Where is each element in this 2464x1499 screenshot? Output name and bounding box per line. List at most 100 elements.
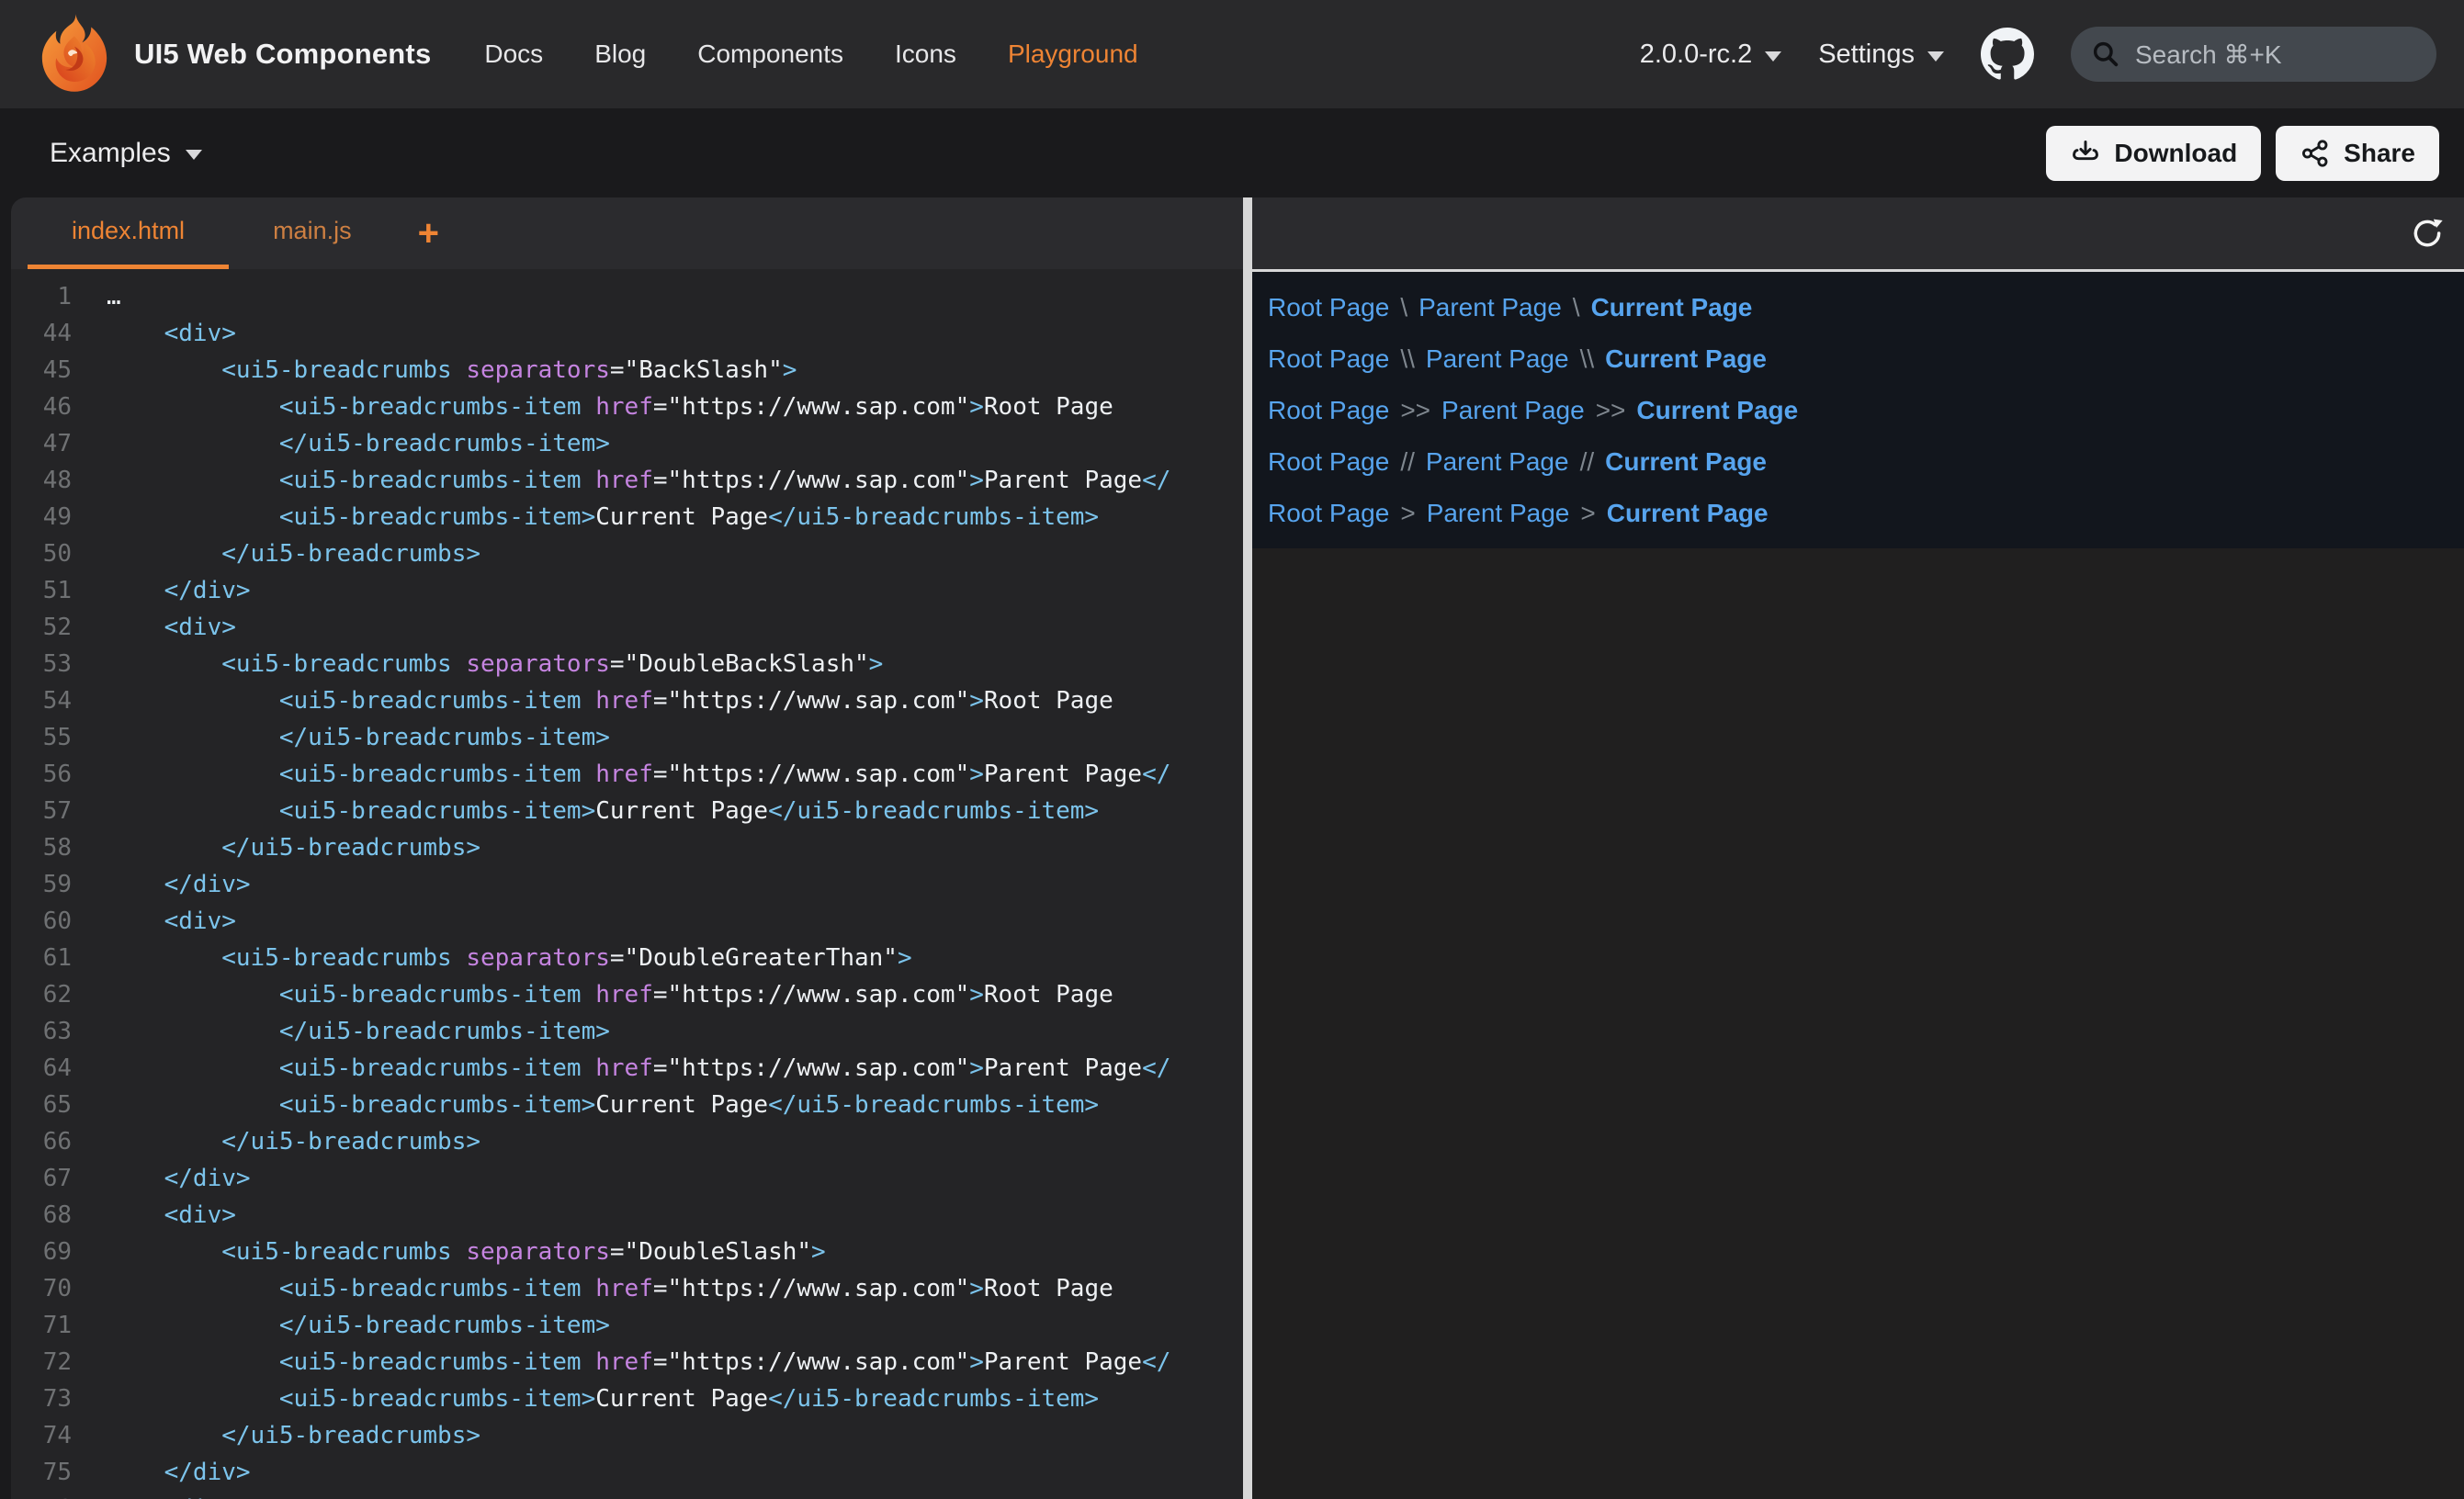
line-number: 49 xyxy=(11,499,72,535)
code-line[interactable]: 71 </ui5-breadcrumbs-item> xyxy=(11,1307,1243,1344)
code-line[interactable]: 55 </ui5-breadcrumbs-item> xyxy=(11,719,1243,756)
code-text: </div> xyxy=(107,572,251,609)
breadcrumb-link-parent[interactable]: Parent Page xyxy=(1426,344,1569,374)
code-line[interactable]: 51 </div> xyxy=(11,572,1243,609)
code-text: <ui5-breadcrumbs-item>Current Page</ui5-… xyxy=(107,1381,1099,1417)
add-tab-button[interactable]: + xyxy=(398,197,459,269)
code-line[interactable]: 74 </ui5-breadcrumbs> xyxy=(11,1417,1243,1454)
ui5-phoenix-logo-icon[interactable] xyxy=(33,12,116,96)
code-lines[interactable]: 1…44 <div>45 <ui5-breadcrumbs separators… xyxy=(11,269,1243,1499)
code-line[interactable]: 67 </div> xyxy=(11,1160,1243,1197)
github-icon[interactable] xyxy=(1981,28,2034,81)
code-text: </ui5-breadcrumbs> xyxy=(107,1123,480,1160)
nav-item-components[interactable]: Components xyxy=(697,39,843,69)
breadcrumbs-row: Root Page\Parent Page\Current Page xyxy=(1268,294,2464,321)
code-line[interactable]: 54 <ui5-breadcrumbs-item href="https://w… xyxy=(11,682,1243,719)
code-line[interactable]: 76 <div> xyxy=(11,1491,1243,1499)
download-button[interactable]: Download xyxy=(2046,126,2261,181)
breadcrumb-link-root[interactable]: Root Page xyxy=(1268,293,1389,322)
code-line[interactable]: 59 </div> xyxy=(11,866,1243,903)
examples-dropdown[interactable]: Examples xyxy=(50,138,202,169)
preview-result-area: Root Page\Parent Page\Current PageRoot P… xyxy=(1252,272,2464,548)
line-number: 59 xyxy=(11,866,72,903)
code-line[interactable]: 62 <ui5-breadcrumbs-item href="https://w… xyxy=(11,976,1243,1013)
line-number: 53 xyxy=(11,646,72,682)
code-line[interactable]: 44 <div> xyxy=(11,315,1243,352)
line-number: 62 xyxy=(11,976,72,1013)
code-line[interactable]: 60 <div> xyxy=(11,903,1243,940)
code-line[interactable]: 65 <ui5-breadcrumbs-item>Current Page</u… xyxy=(11,1087,1243,1123)
code-line[interactable]: 48 <ui5-breadcrumbs-item href="https://w… xyxy=(11,462,1243,499)
code-text: <ui5-breadcrumbs-item href="https://www.… xyxy=(107,1050,1170,1087)
line-number: 58 xyxy=(11,829,72,866)
code-line[interactable]: 66 </ui5-breadcrumbs> xyxy=(11,1123,1243,1160)
breadcrumb-link-parent[interactable]: Parent Page xyxy=(1427,499,1570,528)
code-line[interactable]: 63 </ui5-breadcrumbs-item> xyxy=(11,1013,1243,1050)
code-text: </ui5-breadcrumbs-item> xyxy=(107,719,610,756)
code-text: <ui5-breadcrumbs-item>Current Page</ui5-… xyxy=(107,499,1099,535)
code-text: <ui5-breadcrumbs-item href="https://www.… xyxy=(107,756,1170,793)
breadcrumb-link-parent[interactable]: Parent Page xyxy=(1441,396,1585,425)
breadcrumb-link-root[interactable]: Root Page xyxy=(1268,396,1389,425)
breadcrumb-link-root[interactable]: Root Page xyxy=(1268,499,1389,528)
code-line[interactable]: 57 <ui5-breadcrumbs-item>Current Page</u… xyxy=(11,793,1243,829)
panel-resize-handle[interactable] xyxy=(1243,197,1252,1499)
search-input[interactable]: Search ⌘+K xyxy=(2071,27,2436,82)
code-line[interactable]: 72 <ui5-breadcrumbs-item href="https://w… xyxy=(11,1344,1243,1381)
code-line[interactable]: 56 <ui5-breadcrumbs-item href="https://w… xyxy=(11,756,1243,793)
share-icon xyxy=(2300,138,2331,169)
code-line[interactable]: 46 <ui5-breadcrumbs-item href="https://w… xyxy=(11,389,1243,425)
tab-label: main.js xyxy=(273,217,352,245)
nav-item-playground[interactable]: Playground xyxy=(1008,39,1138,69)
line-number: 64 xyxy=(11,1050,72,1087)
line-number: 69 xyxy=(11,1234,72,1270)
search-placeholder: Search ⌘+K xyxy=(2135,39,2282,70)
code-text: <ui5-breadcrumbs-item href="https://www.… xyxy=(107,389,1113,425)
code-line[interactable]: 45 <ui5-breadcrumbs separators="BackSlas… xyxy=(11,352,1243,389)
chevron-down-icon xyxy=(1765,51,1781,62)
breadcrumb-separator: \\ xyxy=(1400,344,1415,374)
breadcrumb-current-page: Current Page xyxy=(1607,499,1769,528)
code-line[interactable]: 52 <div> xyxy=(11,609,1243,646)
code-line[interactable]: 47 </ui5-breadcrumbs-item> xyxy=(11,425,1243,462)
tab-label: index.html xyxy=(72,217,185,245)
version-dropdown[interactable]: 2.0.0-rc.2 xyxy=(1640,39,1782,70)
code-line[interactable]: 73 <ui5-breadcrumbs-item>Current Page</u… xyxy=(11,1381,1243,1417)
tab-index-html[interactable]: index.html xyxy=(28,197,229,269)
code-line[interactable]: 1… xyxy=(11,278,1243,315)
breadcrumb-link-root[interactable]: Root Page xyxy=(1268,447,1389,477)
line-number: 54 xyxy=(11,682,72,719)
code-line[interactable]: 53 <ui5-breadcrumbs separators="DoubleBa… xyxy=(11,646,1243,682)
breadcrumb-link-parent[interactable]: Parent Page xyxy=(1426,447,1569,477)
share-button[interactable]: Share xyxy=(2276,126,2439,181)
breadcrumb-separator: > xyxy=(1400,499,1415,528)
breadcrumb-link-parent[interactable]: Parent Page xyxy=(1418,293,1562,322)
nav-item-docs[interactable]: Docs xyxy=(484,39,543,69)
code-line[interactable]: 70 <ui5-breadcrumbs-item href="https://w… xyxy=(11,1270,1243,1307)
breadcrumb-link-root[interactable]: Root Page xyxy=(1268,344,1389,374)
code-line[interactable]: 75 </div> xyxy=(11,1454,1243,1491)
code-text: <div> xyxy=(107,1197,236,1234)
settings-dropdown[interactable]: Settings xyxy=(1818,39,1944,70)
code-line[interactable]: 50 </ui5-breadcrumbs> xyxy=(11,535,1243,572)
nav-item-blog[interactable]: Blog xyxy=(594,39,646,69)
refresh-button[interactable] xyxy=(2407,213,2447,254)
code-text: </div> xyxy=(107,1454,251,1491)
settings-label: Settings xyxy=(1818,39,1915,70)
code-line[interactable]: 69 <ui5-breadcrumbs separators="DoubleSl… xyxy=(11,1234,1243,1270)
code-line[interactable]: 61 <ui5-breadcrumbs separators="DoubleGr… xyxy=(11,940,1243,976)
brand-title: UI5 Web Components xyxy=(134,38,431,71)
code-text: <ui5-breadcrumbs-item>Current Page</ui5-… xyxy=(107,793,1099,829)
nav-item-icons[interactable]: Icons xyxy=(895,39,956,69)
breadcrumbs-row: Root Page>>Parent Page>>Current Page xyxy=(1268,397,2464,424)
refresh-icon xyxy=(2409,215,2446,252)
line-number: 50 xyxy=(11,535,72,572)
code-line[interactable]: 68 <div> xyxy=(11,1197,1243,1234)
tab-main-js[interactable]: main.js xyxy=(229,197,396,269)
line-number: 72 xyxy=(11,1344,72,1381)
code-line[interactable]: 49 <ui5-breadcrumbs-item>Current Page</u… xyxy=(11,499,1243,535)
code-line[interactable]: 64 <ui5-breadcrumbs-item href="https://w… xyxy=(11,1050,1243,1087)
code-line[interactable]: 58 </ui5-breadcrumbs> xyxy=(11,829,1243,866)
line-number: 60 xyxy=(11,903,72,940)
code-text: </ui5-breadcrumbs> xyxy=(107,535,480,572)
